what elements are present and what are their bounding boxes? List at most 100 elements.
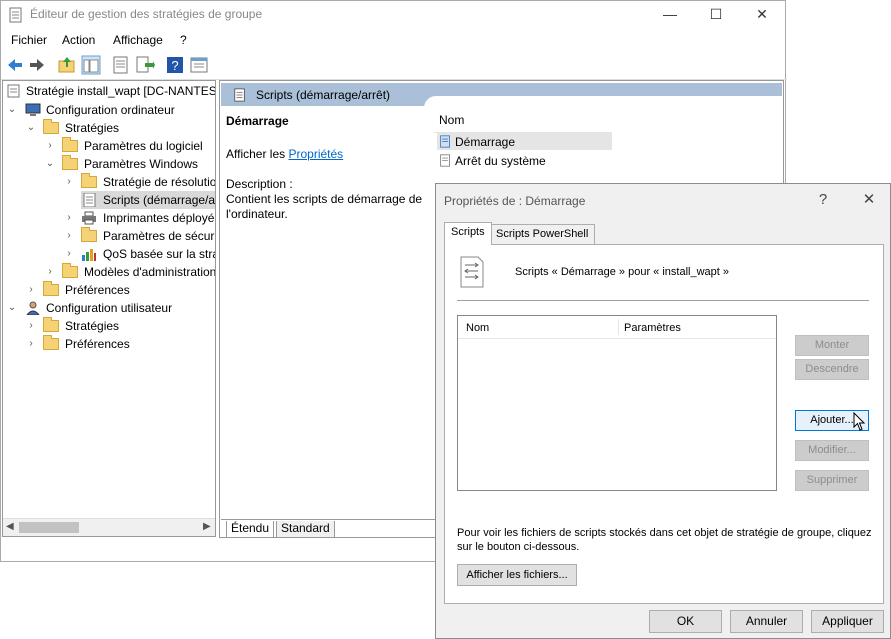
- folder-icon: [81, 173, 97, 188]
- chevron-right-icon[interactable]: ›: [26, 317, 36, 335]
- tree-label-admin-templates: Modèles d'administration: [84, 265, 216, 279]
- menu-bar: Fichier Action Affichage ?: [1, 30, 787, 51]
- chevron-down-icon[interactable]: ⌄: [45, 155, 55, 173]
- tab-scripts-powershell-label: Scripts PowerShell: [496, 228, 589, 240]
- tree-label-security: Paramètres de sécurit: [103, 229, 216, 243]
- tree-label-scripts: Scripts (démarrage/ar: [103, 193, 216, 207]
- filter-view-icon[interactable]: [189, 55, 209, 75]
- tab-extended-label: Étendu: [231, 521, 270, 535]
- folder-icon: [43, 317, 59, 332]
- computer-icon: [25, 103, 41, 116]
- script-icon: [440, 135, 450, 148]
- chevron-right-icon[interactable]: ›: [64, 227, 74, 245]
- toolbar: ?: [1, 52, 787, 80]
- chevron-right-icon[interactable]: ›: [26, 335, 36, 353]
- back-arrow-icon[interactable]: [5, 55, 25, 75]
- scroll-right-arrow-icon[interactable]: ▶: [203, 521, 211, 532]
- show-properties-line: Afficher les Propriétés: [226, 147, 343, 161]
- tab-scripts-powershell[interactable]: Scripts PowerShell: [489, 224, 596, 244]
- tree-horizontal-scrollbar[interactable]: ◀ ▶: [3, 518, 215, 536]
- remove-button[interactable]: Supprimer: [795, 470, 869, 491]
- folder-icon: [81, 227, 97, 242]
- list-item-startup[interactable]: Démarrage: [437, 133, 612, 150]
- tree-label-printers: Imprimantes déployé: [103, 211, 215, 225]
- maximize-button[interactable]: ☐: [693, 1, 739, 29]
- properties-sheet-icon[interactable]: [111, 55, 131, 75]
- ok-button[interactable]: OK: [649, 610, 722, 633]
- chevron-right-icon[interactable]: ›: [45, 137, 55, 155]
- help-icon[interactable]: ?: [165, 55, 185, 75]
- console-tree: Stratégie install_wapt [DC-NANTES. ⌄ Con…: [2, 80, 216, 537]
- edit-button[interactable]: Modifier...: [795, 440, 869, 461]
- move-up-button[interactable]: Monter: [795, 335, 869, 356]
- dialog-close-button[interactable]: ✕: [854, 188, 884, 212]
- info-text-line-1: Pour voir les fichiers de scripts stocké…: [457, 527, 872, 539]
- minimize-button[interactable]: —: [647, 1, 693, 29]
- tree-node-scripts-selected[interactable]: Scripts (démarrage/ar: [81, 191, 216, 209]
- up-folder-icon[interactable]: [57, 55, 77, 75]
- menu-file[interactable]: Fichier: [11, 33, 47, 47]
- column-divider[interactable]: [618, 319, 619, 335]
- chevron-down-icon[interactable]: ⌄: [7, 299, 17, 317]
- scripts-list[interactable]: Nom Paramètres: [457, 315, 777, 491]
- column-header-name-label: Nom: [439, 113, 465, 127]
- cancel-button[interactable]: Annuler: [730, 610, 803, 633]
- close-button[interactable]: ✕: [739, 1, 785, 29]
- chevron-right-icon[interactable]: ›: [26, 281, 36, 299]
- tab-extended[interactable]: Étendu: [226, 521, 275, 538]
- forward-arrow-icon[interactable]: [27, 55, 47, 75]
- show-files-button[interactable]: Afficher les fichiers...: [457, 564, 577, 586]
- chevron-right-icon[interactable]: ›: [64, 209, 74, 227]
- chevron-right-icon[interactable]: ›: [64, 245, 74, 263]
- svg-text:?: ?: [171, 58, 178, 73]
- script-icon: [234, 88, 245, 102]
- menu-help[interactable]: ?: [180, 33, 187, 47]
- policy-scroll-icon: [7, 84, 20, 98]
- column-header-name[interactable]: Nom: [466, 322, 489, 334]
- tree-label-user-strategies: Stratégies: [65, 319, 120, 333]
- dialog-separator: [457, 300, 869, 301]
- list-item-label: Démarrage: [455, 135, 516, 149]
- chevron-right-icon[interactable]: ›: [45, 263, 55, 281]
- window-title: Éditeur de gestion des stratégies de gro…: [30, 7, 263, 21]
- scripts-list-header: Nom Paramètres: [458, 316, 776, 339]
- tree-label-name-resolution: Stratégie de résolutio: [103, 175, 216, 189]
- tree-label-strategies: Stratégies: [65, 121, 120, 135]
- script-document-icon: [460, 256, 484, 288]
- scroll-left-arrow-icon[interactable]: ◀: [6, 521, 14, 532]
- list-item-shutdown[interactable]: Arrêt du système: [437, 152, 612, 169]
- chevron-down-icon[interactable]: ⌄: [7, 101, 17, 119]
- properties-link[interactable]: Propriétés: [288, 147, 343, 161]
- tree-label-software-settings: Paramètres du logiciel: [84, 139, 203, 153]
- dialog-help-button[interactable]: ?: [808, 188, 838, 212]
- pane-header-title: Scripts (démarrage/arrêt): [256, 88, 391, 102]
- column-header-params[interactable]: Paramètres: [624, 322, 681, 334]
- description-text-line-1: Contient les scripts de démarrage de: [226, 192, 423, 206]
- chevron-right-icon[interactable]: ›: [64, 173, 74, 191]
- tree-label-preferences: Préférences: [65, 283, 130, 297]
- tab-scripts-label: Scripts: [451, 226, 485, 238]
- tree-label-qos: QoS basée sur la strat: [103, 247, 216, 261]
- export-list-icon[interactable]: [135, 55, 155, 75]
- chevron-down-icon[interactable]: ⌄: [26, 119, 36, 137]
- tab-standard-label: Standard: [281, 521, 330, 535]
- column-header-name[interactable]: Nom: [434, 112, 612, 133]
- menu-view[interactable]: Affichage: [113, 33, 163, 47]
- tree-label-root: Stratégie install_wapt [DC-NANTES.: [26, 84, 216, 98]
- title-bar: Éditeur de gestion des stratégies de gro…: [1, 1, 787, 29]
- menu-action[interactable]: Action: [62, 33, 95, 47]
- script-icon: [440, 154, 450, 167]
- apply-button[interactable]: Appliquer: [811, 610, 884, 633]
- pane-header-curve: [424, 96, 782, 110]
- tree-label-user-config: Configuration utilisateur: [46, 301, 173, 315]
- folder-icon: [43, 119, 59, 134]
- scrollbar-thumb[interactable]: [19, 522, 79, 533]
- description-label: Description :: [226, 177, 293, 191]
- tree-label-user-preferences: Préférences: [65, 337, 130, 351]
- user-icon: [26, 301, 40, 315]
- move-down-button[interactable]: Descendre: [795, 359, 869, 380]
- tab-scripts[interactable]: Scripts: [444, 222, 492, 245]
- tab-standard[interactable]: Standard: [276, 521, 335, 538]
- description-text-line-2: l'ordinateur.: [226, 207, 288, 221]
- show-hide-tree-icon[interactable]: [81, 55, 101, 75]
